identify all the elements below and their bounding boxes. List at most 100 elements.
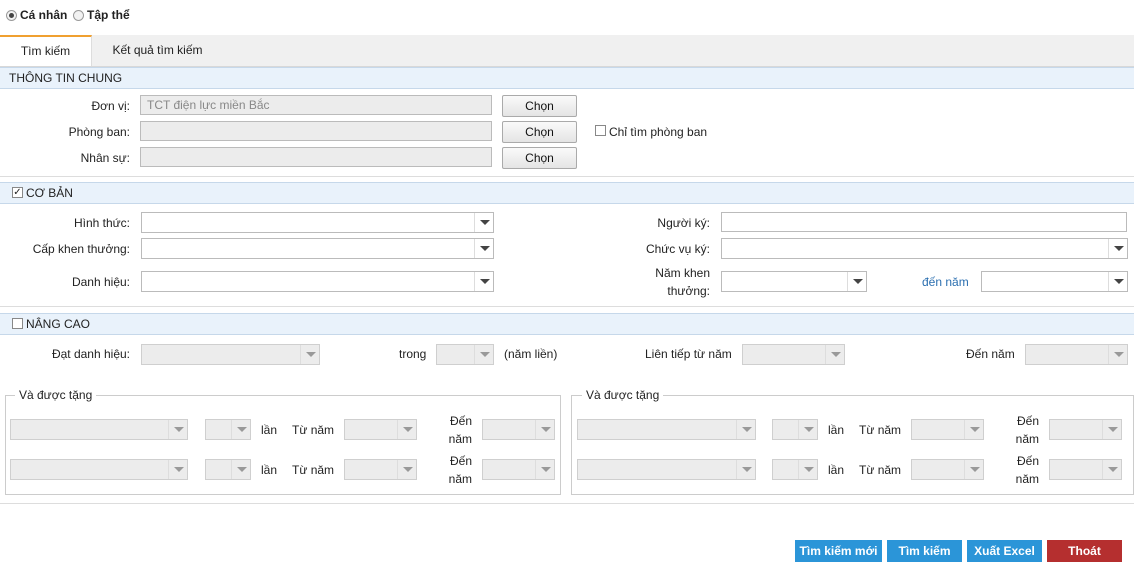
radio-individual-label[interactable]: Cá nhân [20,8,67,22]
choose-dept-button[interactable]: Chọn [502,121,577,143]
tab-search[interactable]: Tìm kiếm [0,35,92,66]
section-general-header: THÔNG TIN CHUNG [0,67,1134,89]
to-year-select-2[interactable] [482,459,555,480]
within-select[interactable] [436,344,494,365]
to-year-select-3[interactable] [1049,419,1122,440]
section-basic-header: ✓ CƠ BẢN [0,182,1134,204]
to-label-line1: Đến [1016,454,1039,468]
tab-results[interactable]: Kết quả tìm kiếm [100,35,215,66]
times-label: lần [828,463,845,477]
chevron-down-icon [1102,420,1121,439]
achieved-label: Đạt danh hiệu: [51,347,130,361]
dept-input[interactable] [140,121,492,141]
to-label-line2: năm [1015,432,1039,446]
section-basic-title: CƠ BẢN [26,186,73,200]
from-year-select-3[interactable] [911,419,984,440]
choose-unit-button[interactable]: Chọn [502,95,577,117]
times-label: lần [261,463,278,477]
from-year-label: Từ năm [292,423,335,437]
dept-only-checkbox[interactable] [595,125,606,136]
streak-to-label: Đến năm [966,347,1015,361]
chevron-down-icon [168,460,187,479]
chevron-down-icon [535,460,554,479]
year-to-select[interactable] [981,271,1128,292]
level-select[interactable] [141,238,494,259]
chevron-down-icon [231,460,250,479]
streak-from-select[interactable] [742,344,845,365]
position-select[interactable] [721,238,1128,259]
award-select-1[interactable] [10,419,188,440]
chevron-down-icon [535,420,554,439]
unit-label: Đơn vị: [91,99,130,113]
chevron-down-icon [736,420,755,439]
radio-group-label[interactable]: Tập thể [87,8,130,22]
chevron-down-icon [397,420,416,439]
streak-to-select[interactable] [1025,344,1128,365]
basic-checkbox[interactable]: ✓ [12,187,23,198]
achieved-select[interactable] [141,344,320,365]
exit-button[interactable]: Thoát [1047,540,1122,562]
to-year-select-4[interactable] [1049,459,1122,480]
section-general-title: THÔNG TIN CHUNG [9,71,123,85]
to-year-label: đến năm [922,275,969,289]
award-select-2[interactable] [10,459,188,480]
chevron-down-icon [825,345,844,364]
year-label-line2: thưởng: [667,284,710,298]
unit-input[interactable]: TCT điện lực miền Bắc [140,95,492,115]
to-label-line2: năm [448,472,472,486]
times-label: lần [828,423,845,437]
export-excel-button[interactable]: Xuất Excel [967,540,1042,562]
chevron-down-icon [736,460,755,479]
radio-individual[interactable] [6,10,17,21]
times-select-3[interactable] [772,419,818,440]
chevron-down-icon [847,272,866,291]
times-select-4[interactable] [772,459,818,480]
title-select[interactable] [141,271,494,292]
dept-label: Phòng ban: [68,125,130,139]
awarded-fieldset-right [571,395,1134,495]
chevron-down-icon [231,420,250,439]
to-label-line2: năm [448,432,472,446]
section-advanced-header: NÂNG CAO [0,313,1134,335]
from-year-select-1[interactable] [344,419,417,440]
signer-input[interactable] [721,212,1127,232]
title-label: Danh hiệu: [71,275,130,289]
chevron-down-icon [798,420,817,439]
award-select-3[interactable] [577,419,756,440]
chevron-down-icon [474,213,493,232]
radio-group[interactable] [73,10,84,21]
search-button[interactable]: Tìm kiếm [887,540,962,562]
chevron-down-icon [474,239,493,258]
to-year-select-1[interactable] [482,419,555,440]
level-label: Cấp khen thưởng: [32,242,130,256]
from-year-select-2[interactable] [344,459,417,480]
to-label-line2: năm [1015,472,1039,486]
year-from-select[interactable] [721,271,867,292]
awarded-fieldset-left [5,395,561,495]
award-select-4[interactable] [577,459,756,480]
tab-bar: Tìm kiếm Kết quả tìm kiếm [0,35,1134,68]
to-label-line1: Đến [449,414,472,428]
section-advanced-title: NÂNG CAO [26,317,91,331]
chevron-down-icon [300,345,319,364]
choose-staff-button[interactable]: Chọn [502,147,577,169]
times-label: lần [261,423,278,437]
chevron-down-icon [1108,272,1127,291]
divider [0,176,1134,177]
times-select-2[interactable] [205,459,251,480]
chevron-down-icon [1108,345,1127,364]
form-label: Hình thức: [73,216,130,230]
from-year-select-4[interactable] [911,459,984,480]
form-select[interactable] [141,212,494,233]
to-label-line1: Đến [1016,414,1039,428]
times-select-1[interactable] [205,419,251,440]
awarded-legend-right: Và được tặng [582,388,664,402]
within-label: trong [399,347,427,361]
consecutive-label: (năm liền) [504,347,558,361]
staff-input[interactable] [140,147,492,167]
divider [0,306,1134,307]
new-search-button[interactable]: Tìm kiếm mới [795,540,882,562]
chevron-down-icon [474,345,493,364]
position-label: Chức vụ ký: [645,242,710,256]
advanced-checkbox[interactable] [12,318,23,329]
